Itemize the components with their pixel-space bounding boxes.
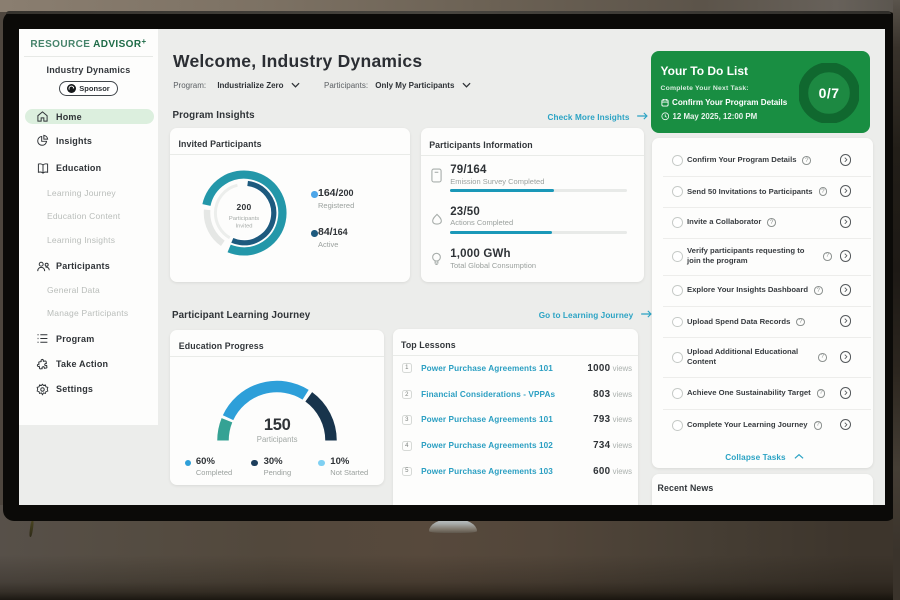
svg-text:Participants: Participants xyxy=(229,216,259,222)
svg-text:Invited: Invited xyxy=(236,224,253,230)
svg-text:200: 200 xyxy=(237,202,252,212)
